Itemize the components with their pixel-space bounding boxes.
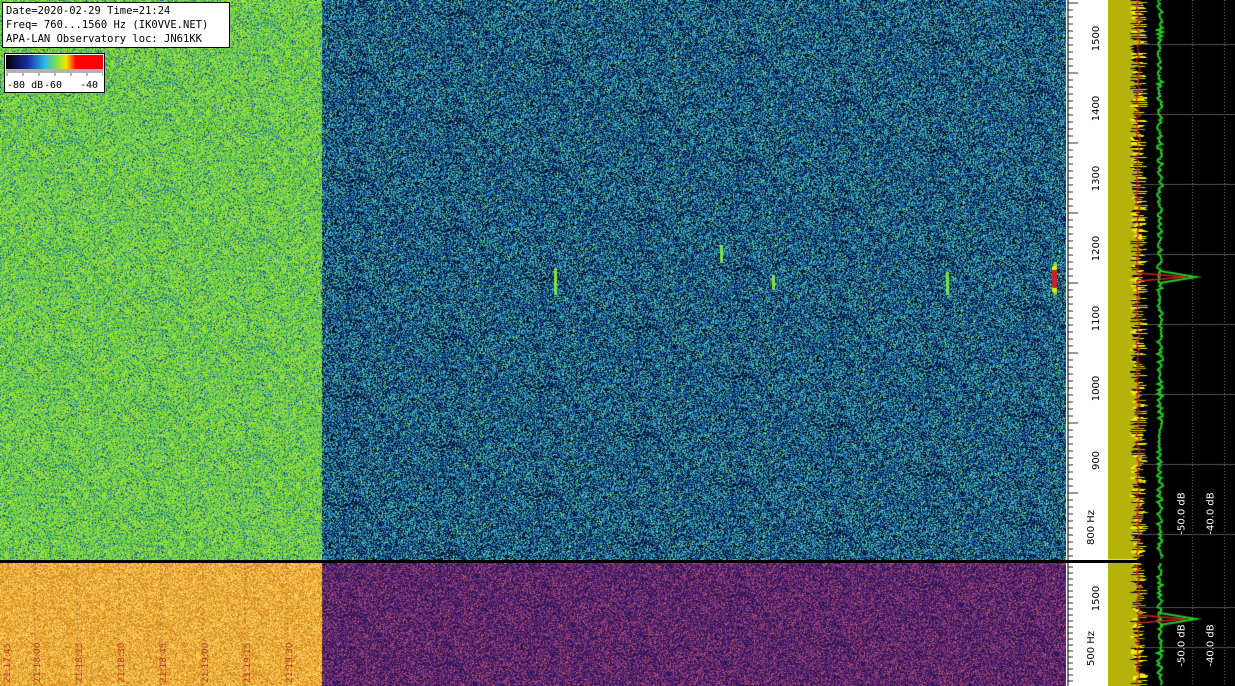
db-label-bottom-40: -40.0 dB — [1205, 624, 1217, 667]
time-label: 21:18:30 — [117, 642, 127, 683]
color-label-min: -80 dB — [7, 80, 44, 91]
color-scale: -80 dB -60 -40 — [4, 53, 105, 93]
info-box: Date=2020-02-29 Time=21:24 Freq= 760...1… — [2, 2, 230, 48]
color-label-mid: -60 — [44, 80, 63, 91]
frequency-axis-bottom: 1500 500 Hz — [1066, 563, 1108, 686]
frequency-axis-ticks — [1067, 0, 1078, 560]
time-label: 21:19:00 — [201, 642, 211, 683]
freq-tick-1200: 1200 — [1091, 235, 1103, 262]
frequency-axis-top: 1500 1400 1300 1200 1100 1000 900 800 Hz — [1066, 0, 1108, 560]
time-label: 21:18:00 — [33, 642, 43, 683]
freq-tick-bottom-1500: 1500 — [1091, 585, 1103, 612]
freq-tick-1100: 1100 — [1091, 305, 1103, 332]
db-label-bottom-50: -50.0 dB — [1176, 624, 1188, 667]
color-label-max: -40 — [80, 80, 99, 91]
time-label: 21:17:45 — [3, 642, 13, 683]
time-label: 21:19:15 — [243, 642, 253, 683]
time-label: 21:18:15 — [75, 642, 85, 683]
date-time-label: Date=2020-02-29 Time=21:24 — [6, 5, 171, 17]
frequency-axis-bottom-ticks — [1067, 563, 1073, 686]
freq-tick-800: 800 Hz — [1086, 509, 1098, 546]
freq-tick-1000: 1000 — [1091, 375, 1103, 402]
freq-tick-1300: 1300 — [1091, 165, 1103, 192]
freq-range-label: Freq= 760...1560 Hz (IK0VVE.NET) — [6, 19, 209, 31]
db-label-top-50: -50.0 dB — [1176, 492, 1188, 535]
color-gradient — [6, 55, 103, 69]
observatory-label: APA-LAN Observatory loc: JN61KK — [6, 33, 202, 45]
freq-tick-bottom-500: 500 Hz — [1086, 630, 1098, 667]
color-scale-ticks — [6, 69, 103, 76]
waterfall-top — [0, 0, 1066, 560]
time-label: 21:19:30 — [285, 642, 295, 683]
time-label: 21:18:45 — [159, 642, 169, 683]
spectrum-panel-top — [1108, 0, 1235, 560]
db-label-top-40: -40.0 dB — [1205, 492, 1217, 535]
freq-tick-1500: 1500 — [1091, 25, 1103, 52]
freq-tick-900: 900 — [1091, 450, 1103, 471]
freq-tick-1400: 1400 — [1091, 95, 1103, 122]
